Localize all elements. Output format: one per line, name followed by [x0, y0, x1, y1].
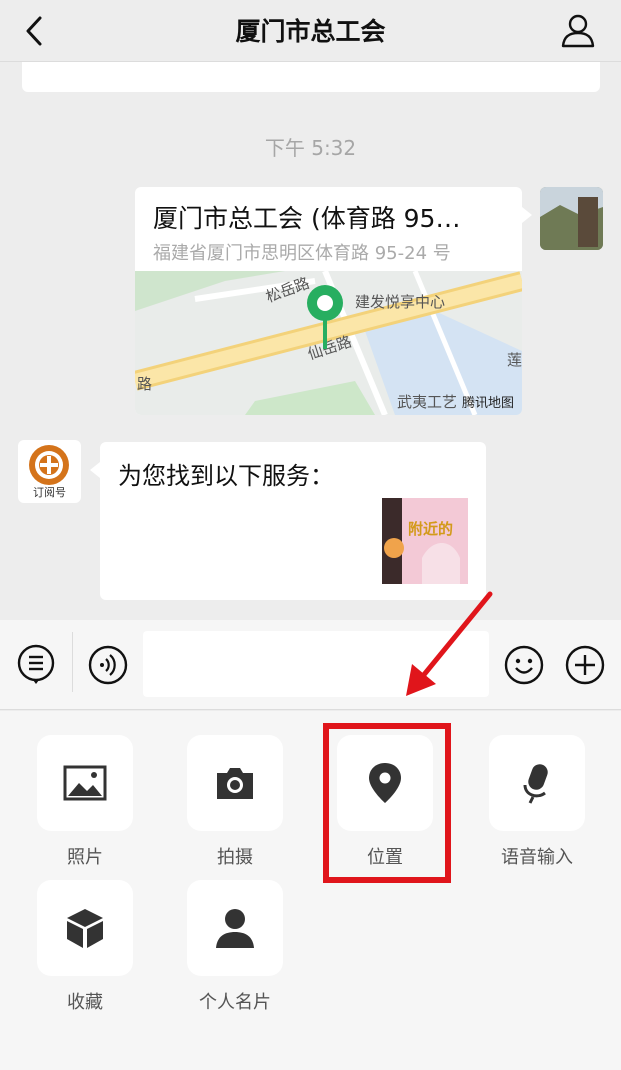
photo-button[interactable]: 照片: [35, 735, 135, 868]
map-poi-label: 建发悦享中心: [355, 293, 446, 311]
service-message-text: 为您找到以下服务：: [118, 462, 334, 490]
avatar-caption: 订阅号: [33, 486, 66, 499]
voice-icon[interactable]: [88, 645, 128, 685]
previous-message-bubble[interactable]: [22, 62, 600, 92]
map-road-label: 路: [137, 375, 153, 393]
camera-button[interactable]: 拍摄: [185, 735, 285, 868]
thumbnail-caption: 附近的: [408, 520, 454, 538]
chat-title: 厦门市总工会: [235, 17, 386, 46]
profile-icon[interactable]: [560, 12, 596, 48]
thumbnail-image: [382, 498, 468, 584]
nav-bar: 厦门市总工会: [0, 0, 621, 62]
service-message[interactable]: 为您找到以下服务： 附近的: [90, 442, 486, 600]
voice-input-label: 语音输入: [501, 847, 573, 868]
cube-icon: [67, 909, 103, 948]
map-pin-icon: [307, 285, 343, 349]
favorites-tile: [37, 880, 133, 976]
person-icon: [216, 909, 254, 948]
input-bar: [0, 620, 621, 710]
map-road-label: 莲: [507, 351, 522, 369]
location-label: 位置: [367, 847, 403, 868]
chat-area[interactable]: 下午 5:32 厦门市总工会 (体育路 95… 福建省厦门市思明区体育路 95-…: [0, 62, 621, 620]
message-input[interactable]: [143, 631, 489, 697]
camera-icon: [217, 768, 253, 799]
emoji-icon[interactable]: [504, 645, 544, 685]
favorites-button[interactable]: 收藏: [35, 880, 135, 1013]
contact-card-label: 个人名片: [199, 992, 271, 1013]
location-button[interactable]: 位置: [335, 735, 435, 868]
image-icon: [63, 765, 107, 801]
map-road-label: 武夷工艺: [397, 393, 458, 411]
input-divider: [72, 632, 73, 692]
plus-icon[interactable]: [565, 645, 605, 685]
subscription-avatar[interactable]: 订阅号: [18, 440, 81, 503]
user-avatar[interactable]: [540, 187, 603, 250]
union-logo-icon: [29, 445, 69, 485]
location-pin-icon: [369, 763, 401, 803]
favorites-label: 收藏: [67, 992, 103, 1013]
camera-label: 拍摄: [217, 847, 253, 868]
map-brand: 腾讯地图: [461, 396, 514, 411]
menu-list-icon[interactable]: [16, 644, 56, 684]
location-message[interactable]: 厦门市总工会 (体育路 95… 福建省厦门市思明区体育路 95-24 号 松岳路…: [135, 187, 532, 415]
contact-card-tile: [187, 880, 283, 976]
photo-label: 照片: [67, 847, 103, 868]
voice-input-button[interactable]: 语音输入: [487, 735, 587, 868]
avatar-photo: [540, 187, 603, 250]
extension-panel: 照片 拍摄 位置 语音输入 收藏 个人名片: [0, 711, 621, 1070]
microphone-icon: [523, 764, 548, 804]
photo-tile: [37, 735, 133, 831]
location-tile: [337, 735, 433, 831]
service-thumbnail[interactable]: 附近的: [382, 498, 468, 584]
contact-card-button[interactable]: 个人名片: [185, 880, 285, 1013]
message-timestamp: 下午 5:32: [264, 136, 357, 160]
location-address: 福建省厦门市思明区体育路 95-24 号: [153, 243, 451, 264]
voice-input-tile: [489, 735, 585, 831]
location-title: 厦门市总工会 (体育路 95…: [153, 204, 461, 233]
camera-tile: [187, 735, 283, 831]
map-preview[interactable]: 松岳路 建发悦享中心 仙岳路 武夷工艺 莲 路 腾讯地图: [135, 271, 522, 415]
